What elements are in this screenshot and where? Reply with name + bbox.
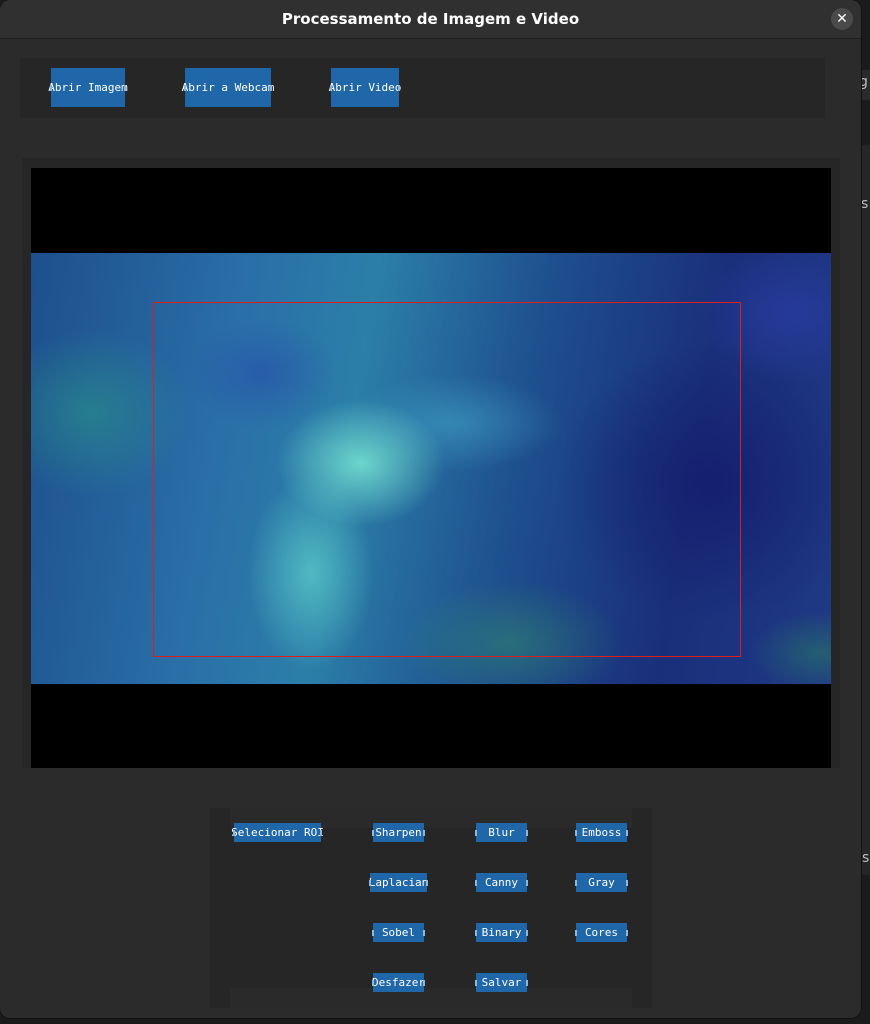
background-window-strip [861, 145, 870, 875]
gray-button[interactable]: Gray [575, 873, 628, 892]
sharpen-button[interactable]: Sharpen [372, 823, 425, 842]
app-window: Processamento de Imagem e Video ✕ Abrir … [0, 0, 861, 1018]
title-bar[interactable]: Processamento de Imagem e Video ✕ [0, 0, 861, 39]
background-text-fragment: s [861, 196, 869, 212]
cores-button[interactable]: Cores [575, 923, 628, 942]
emboss-button[interactable]: Emboss [575, 823, 628, 842]
blur-button[interactable]: Blur [475, 823, 528, 842]
canny-button[interactable]: Canny [475, 873, 528, 892]
roi-rectangle[interactable] [153, 302, 741, 657]
open-video-button[interactable]: Abrir Video [329, 68, 401, 107]
open-webcam-button[interactable]: Abrir a Webcam [182, 68, 274, 107]
background-text-fragment: s [862, 850, 870, 866]
laplacian-button[interactable]: Laplacian [369, 873, 428, 892]
save-button[interactable]: Salvar [475, 973, 528, 992]
open-image-button[interactable]: Abrir Imagem [48, 68, 128, 107]
sobel-button[interactable]: Sobel [372, 923, 425, 942]
window-title: Processamento de Imagem e Video [281, 10, 580, 28]
image-display[interactable] [31, 168, 831, 768]
source-buttons-panel [20, 58, 825, 118]
close-button[interactable]: ✕ [831, 8, 853, 30]
undo-button[interactable]: Desfazer [372, 973, 425, 992]
select-roi-button[interactable]: Selecionar ROI [231, 823, 324, 842]
panel-cap-bottom [230, 988, 632, 1008]
close-icon: ✕ [836, 11, 848, 27]
binary-button[interactable]: Binary [475, 923, 528, 942]
